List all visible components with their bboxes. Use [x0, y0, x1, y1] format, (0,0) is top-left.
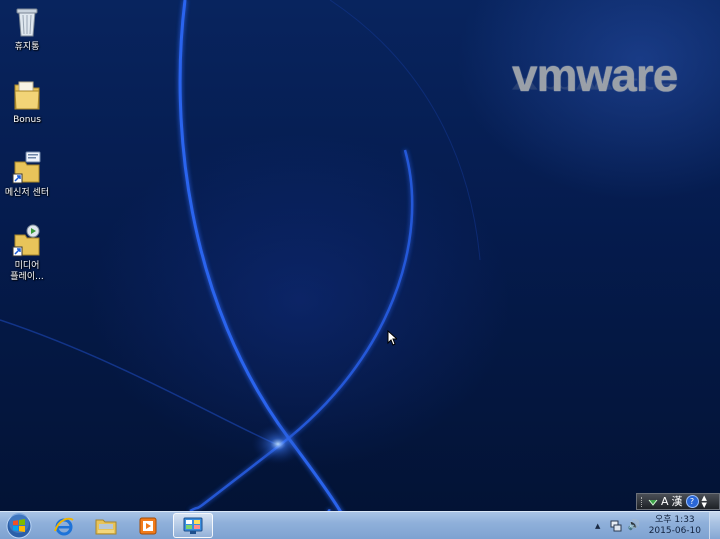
input-mode-button[interactable]: A — [661, 494, 669, 509]
mouse-pointer-icon — [387, 330, 397, 346]
desktop-icon-media-player[interactable]: 미디어 플레이... — [0, 223, 54, 283]
desktop-icon-label-line2: 플레이... — [10, 272, 44, 282]
taskbar-media-player[interactable] — [128, 513, 168, 538]
system-tray: ▲ 🔊 오후 1:33 2015-06-10 — [589, 512, 720, 539]
media-player-icon — [139, 517, 157, 534]
desktop-icon-messenger-center[interactable]: 메신저 센터 — [0, 150, 54, 199]
taskbar-windows-explorer[interactable] — [86, 513, 126, 538]
language-bar-options-icon[interactable]: ▲ ▼ — [702, 494, 707, 509]
clock-date: 2015-06-10 — [648, 525, 701, 536]
recycle-bin-icon — [16, 8, 38, 37]
language-bar-grip[interactable] — [641, 496, 645, 507]
volume-icon[interactable]: 🔊 — [627, 519, 641, 533]
show-desktop-button[interactable] — [709, 512, 720, 539]
show-hidden-icons-button[interactable]: ▲ — [591, 519, 605, 533]
clock[interactable]: 오후 1:33 2015-06-10 — [649, 515, 701, 537]
taskbar-messenger-center[interactable] — [173, 513, 213, 538]
vmware-logo: vmware vmware — [512, 49, 678, 101]
desktop-icon-label: 메신저 센터 — [4, 188, 50, 198]
network-icon[interactable] — [609, 519, 623, 533]
ime-status-icon[interactable] — [648, 497, 658, 507]
clock-time: 오후 1:33 — [655, 514, 695, 525]
hanja-button[interactable]: 漢 — [672, 494, 683, 509]
messenger-folder-shortcut-icon — [12, 151, 41, 184]
desktop-icon-label: 휴지통 — [14, 42, 40, 52]
folder-icon — [95, 519, 117, 534]
start-button[interactable] — [4, 512, 34, 539]
desktop-icon-recycle-bin[interactable]: 휴지통 — [0, 4, 54, 53]
messenger-center-icon — [183, 517, 203, 534]
folder-icon — [14, 81, 40, 110]
desktop-icon-bonus-folder[interactable]: Bonus — [0, 77, 54, 126]
help-icon[interactable]: ? — [685, 495, 699, 508]
desktop-icon-label: Bonus — [13, 115, 41, 125]
taskbar-internet-explorer[interactable] — [44, 513, 84, 538]
taskbar: ▲ 🔊 오후 1:33 2015-06-10 — [0, 511, 720, 539]
desktop-icon-label-line1: 미디어 — [14, 261, 40, 271]
desktop[interactable]: vmware vmware 휴지통 Bonus 메신저 센터 미디어 플레이..… — [0, 0, 720, 511]
language-bar[interactable]: A 漢 ? ▲ ▼ — [636, 493, 720, 510]
internet-explorer-icon — [54, 517, 74, 535]
media-player-folder-shortcut-icon — [12, 224, 40, 257]
